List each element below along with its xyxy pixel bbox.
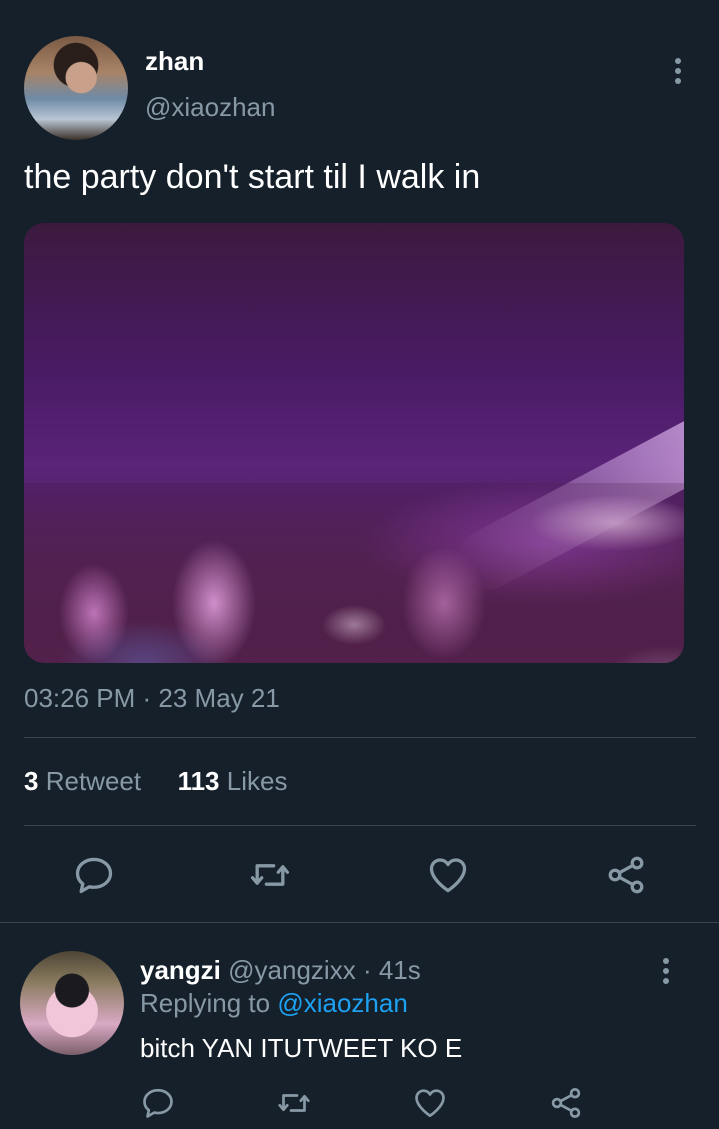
reply-author-handle[interactable]: @yangzixx <box>228 955 356 985</box>
share-icon[interactable] <box>604 853 648 897</box>
heart-icon[interactable] <box>426 853 470 897</box>
replying-mention[interactable]: @xiaozhan <box>277 988 407 1018</box>
reply-text: bitch YAN ITUTWEET KO E <box>140 1033 463 1063</box>
reply-author-avatar[interactable] <box>20 951 124 1055</box>
replying-prefix: Replying to <box>140 988 271 1018</box>
divider <box>24 737 696 738</box>
more-vertical-icon[interactable] <box>675 58 685 88</box>
like-count: 113 <box>177 766 220 796</box>
retweet-icon[interactable] <box>248 853 292 897</box>
reply-icon[interactable] <box>72 853 116 897</box>
reply-age: 41s <box>378 955 421 985</box>
reply-header: yangzi @yangzixx · 41s <box>140 955 421 985</box>
tweet-stats: 3 Retweet 113 Likes <box>24 766 287 797</box>
reply-icon[interactable] <box>140 1085 176 1121</box>
author-name[interactable]: zhan <box>145 46 204 77</box>
author-handle[interactable]: @xiaozhan <box>145 92 275 123</box>
tweet-date: 23 May 21 <box>158 683 280 713</box>
tweet-text: the party don't start til I walk in <box>24 158 481 196</box>
retweet-label: Retweet <box>45 766 142 796</box>
heart-icon[interactable] <box>412 1085 448 1121</box>
divider <box>24 825 696 826</box>
retweet-icon[interactable] <box>276 1085 312 1121</box>
tweet-timestamp[interactable]: 03:26 PM · 23 May 21 <box>24 683 280 714</box>
likes-stat[interactable]: 113 Likes <box>178 766 288 796</box>
divider <box>0 922 719 923</box>
tweet-image[interactable] <box>24 223 684 663</box>
retweet-count: 3 <box>24 766 39 796</box>
retweets-stat[interactable]: 3 Retweet <box>24 766 141 796</box>
tweet-time: 03:26 PM <box>24 683 136 713</box>
author-avatar[interactable] <box>24 36 128 140</box>
more-vertical-icon[interactable] <box>663 958 673 988</box>
like-label: Likes <box>226 766 288 796</box>
crowd <box>24 483 684 663</box>
share-icon[interactable] <box>548 1085 584 1121</box>
reply-author-name[interactable]: yangzi <box>140 955 221 985</box>
replying-to: Replying to @xiaozhan <box>140 988 408 1019</box>
